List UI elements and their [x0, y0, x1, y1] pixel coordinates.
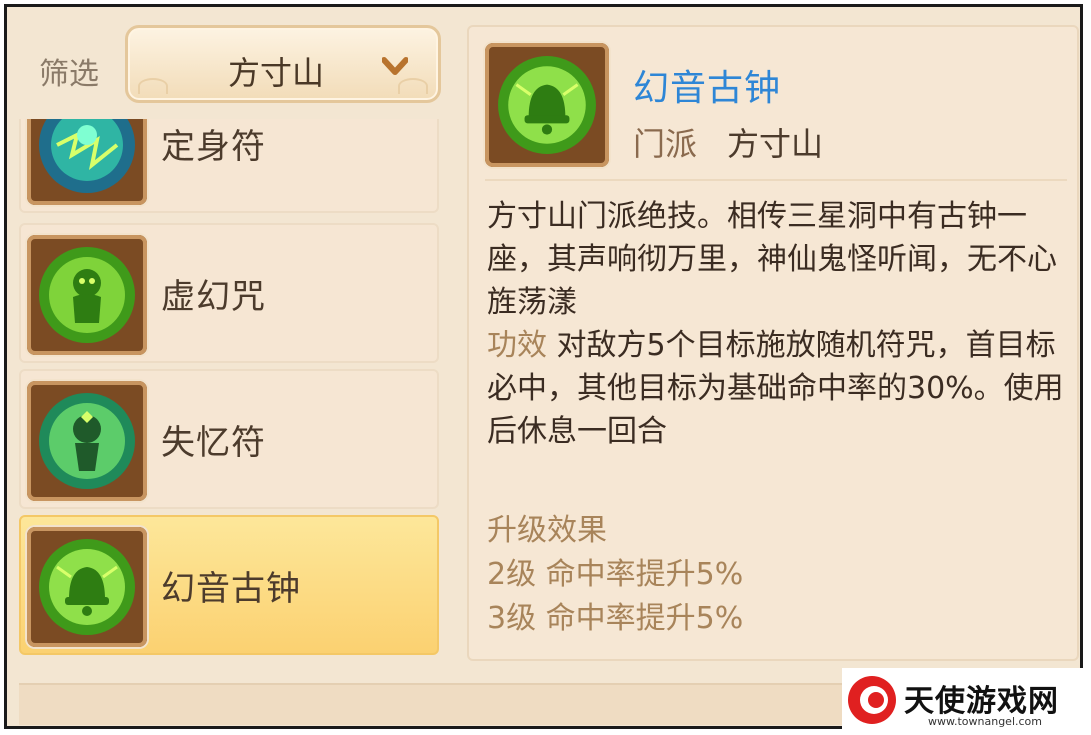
school-value: 方寸山: [727, 125, 824, 163]
illusion-spell-icon: [39, 247, 135, 343]
watermark-name: 天使游戏网: [904, 684, 1059, 719]
watermark: 天使游戏网 www.townangel.com: [842, 668, 1091, 735]
skill-icon-frame: [27, 381, 147, 501]
effect-text: 对敌方5个目标施放随机符咒，首目标必中，其他目标为基础命中率的30%。使用后休息…: [487, 328, 1064, 449]
skill-item-binding-talisman[interactable]: 定身符: [19, 119, 439, 213]
skill-icon-frame: [27, 119, 147, 205]
decor-swirl-right: [398, 78, 428, 94]
ancient-bell-icon: [39, 539, 135, 635]
school-filter-dropdown[interactable]: 方寸山: [125, 25, 441, 103]
skill-icon-frame: [27, 235, 147, 355]
decor-swirl-left: [138, 78, 168, 94]
binding-talisman-icon: [39, 119, 135, 193]
skill-title: 幻音古钟: [633, 68, 782, 109]
watermark-logo-icon: [848, 676, 896, 724]
skill-name: 失忆符: [161, 423, 266, 463]
skill-description-block: 方寸山门派绝技。相传三星洞中有古钟一座，其声响彻万里，神仙鬼怪听闻，无不心旌荡漾…: [487, 195, 1073, 453]
school-label: 门派: [633, 125, 698, 163]
chevron-down-icon: [382, 57, 408, 75]
skill-item-amnesia-talisman[interactable]: 失忆符: [19, 369, 439, 509]
effect-label: 功效: [487, 328, 547, 363]
skill-detail-panel: 幻音古钟 门派 方寸山 方寸山门派绝技。相传三星洞中有古钟一座，其声响彻万里，神…: [467, 25, 1079, 661]
filter-selected-value: 方寸山: [228, 54, 325, 92]
skill-list: 定身符 虚幻咒 失忆符 幻音古钟: [19, 119, 441, 659]
watermark-url: www.townangel.com: [928, 715, 1042, 728]
ancient-bell-icon: [498, 56, 596, 154]
skill-icon-frame: [27, 527, 147, 647]
divider: [485, 179, 1067, 181]
skill-name: 幻音古钟: [161, 569, 301, 609]
skill-detail-icon-frame: [485, 43, 609, 167]
amnesia-talisman-icon: [39, 393, 135, 489]
game-window: 筛选 方寸山 定身符 虚幻咒 失忆符 幻音古钟 幻音古钟 门派 方寸山 方寸山门…: [4, 4, 1083, 729]
skill-item-ancient-bell[interactable]: 幻音古钟: [19, 515, 439, 655]
upgrade-line: 3级 命中率提升5%: [487, 601, 744, 636]
upgrade-line: 2级 命中率提升5%: [487, 557, 744, 592]
upgrade-title: 升级效果: [487, 513, 607, 548]
skill-description: 方寸山门派绝技。相传三星洞中有古钟一座，其声响彻万里，神仙鬼怪听闻，无不心旌荡漾: [487, 199, 1057, 320]
skill-name: 虚幻咒: [161, 277, 266, 317]
skill-name: 定身符: [161, 127, 266, 167]
filter-label: 筛选: [39, 57, 99, 92]
skill-item-illusion-spell[interactable]: 虚幻咒: [19, 223, 439, 363]
